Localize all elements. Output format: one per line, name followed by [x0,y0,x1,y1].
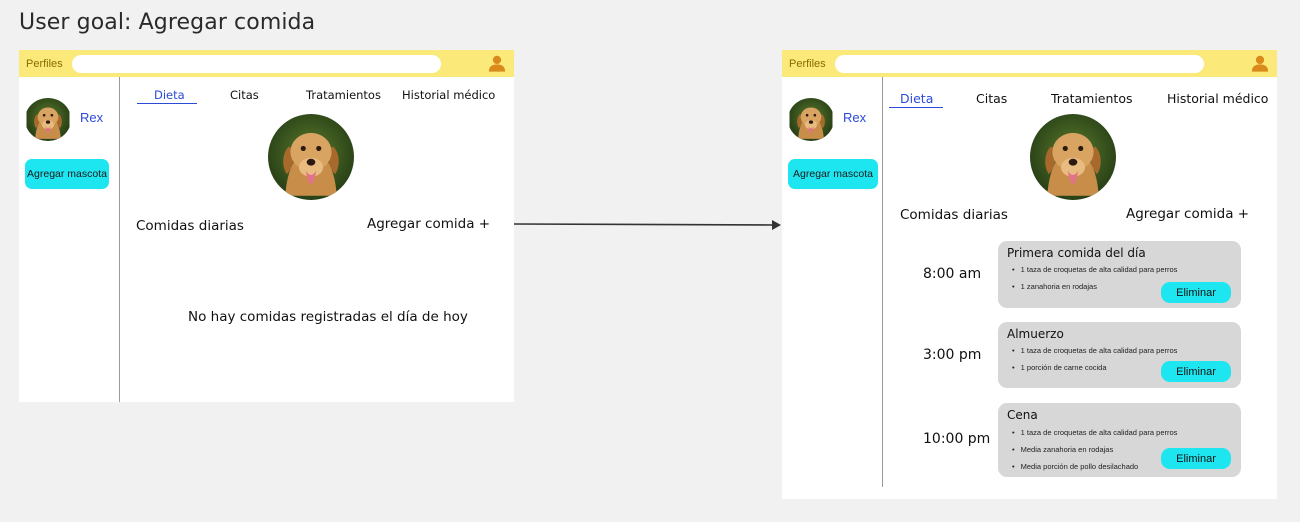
meal-item: 1 taza de croquetas de alta calidad para… [1012,428,1178,437]
pet-name-link[interactable]: Rex [843,110,866,125]
delete-meal-button[interactable]: Eliminar [1161,361,1231,382]
dog-photo [268,114,354,200]
meal-time: 3:00 pm [923,347,982,363]
top-bar: Perfiles [782,50,1277,77]
tab-diet[interactable]: Dieta [900,91,933,106]
screen-before: Perfiles Rex Agregar mascota Dieta Citas… [19,50,514,402]
meal-card: Cena 1 taza de croquetas de alta calidad… [998,403,1241,477]
dog-photo [1030,114,1116,200]
meal-card: Primera comida del día 1 taza de croquet… [998,241,1241,308]
tab-treatments[interactable]: Tratamientos [1051,91,1132,106]
active-tab-indicator [137,103,197,104]
top-bar: Perfiles [19,50,514,77]
pet-avatar[interactable] [25,98,71,141]
tab-bar: Dieta Citas Tratamientos Historial médic… [883,77,1277,109]
meal-item: 1 taza de croquetas de alta calidad para… [1012,265,1178,274]
user-profile-icon[interactable] [1251,54,1269,73]
tab-medical-history[interactable]: Historial médico [1167,91,1268,106]
pet-avatar[interactable] [788,98,834,141]
tab-diet[interactable]: Dieta [154,88,185,102]
delete-meal-button[interactable]: Eliminar [1161,448,1231,469]
screen-after: Perfiles Rex Agregar mascota Dieta Citas… [782,50,1277,499]
meal-item: 1 porción de carne cocida [1012,363,1107,372]
profiles-link[interactable]: Perfiles [789,58,826,70]
tab-bar: Dieta Citas Tratamientos Historial médic… [120,77,514,109]
tab-appointments[interactable]: Citas [976,91,1007,106]
meal-title: Almuerzo [1007,327,1064,341]
meal-time: 8:00 am [923,266,982,282]
meal-title: Cena [1007,408,1038,422]
tab-treatments[interactable]: Tratamientos [306,88,381,102]
tab-appointments[interactable]: Citas [230,88,259,102]
meal-card: Almuerzo 1 taza de croquetas de alta cal… [998,322,1241,388]
tab-medical-history[interactable]: Historial médico [402,88,495,102]
meal-item: Media porción de pollo desilachado [1012,462,1139,471]
daily-meals-title: Comidas diarias [136,218,244,234]
search-input[interactable] [835,55,1204,73]
active-tab-indicator [889,107,943,108]
meal-item: 1 taza de croquetas de alta calidad para… [1012,346,1178,355]
sidebar: Rex Agregar mascota [19,77,120,402]
pet-name-link[interactable]: Rex [80,110,103,125]
search-input[interactable] [72,55,441,73]
meal-title: Primera comida del día [1007,246,1146,260]
daily-meals-title: Comidas diarias [900,207,1008,223]
profiles-link[interactable]: Perfiles [26,58,63,70]
add-pet-button[interactable]: Agregar mascota [788,159,878,189]
user-goal-title: User goal: Agregar comida [19,10,316,35]
arrow-right-icon [514,220,781,230]
add-meal-button[interactable]: Agregar comida + [1126,206,1249,222]
meal-time: 10:00 pm [923,431,991,447]
add-meal-button[interactable]: Agregar comida + [367,216,490,232]
user-profile-icon[interactable] [488,54,506,73]
add-pet-button[interactable]: Agregar mascota [25,159,109,189]
meal-item: Media zanahoria en rodajas [1012,445,1114,454]
sidebar: Rex Agregar mascota [782,77,883,487]
empty-meals-message: No hay comidas registradas el día de hoy [188,309,468,325]
delete-meal-button[interactable]: Eliminar [1161,282,1231,303]
meal-item: 1 zanahoria en rodajas [1012,282,1097,291]
